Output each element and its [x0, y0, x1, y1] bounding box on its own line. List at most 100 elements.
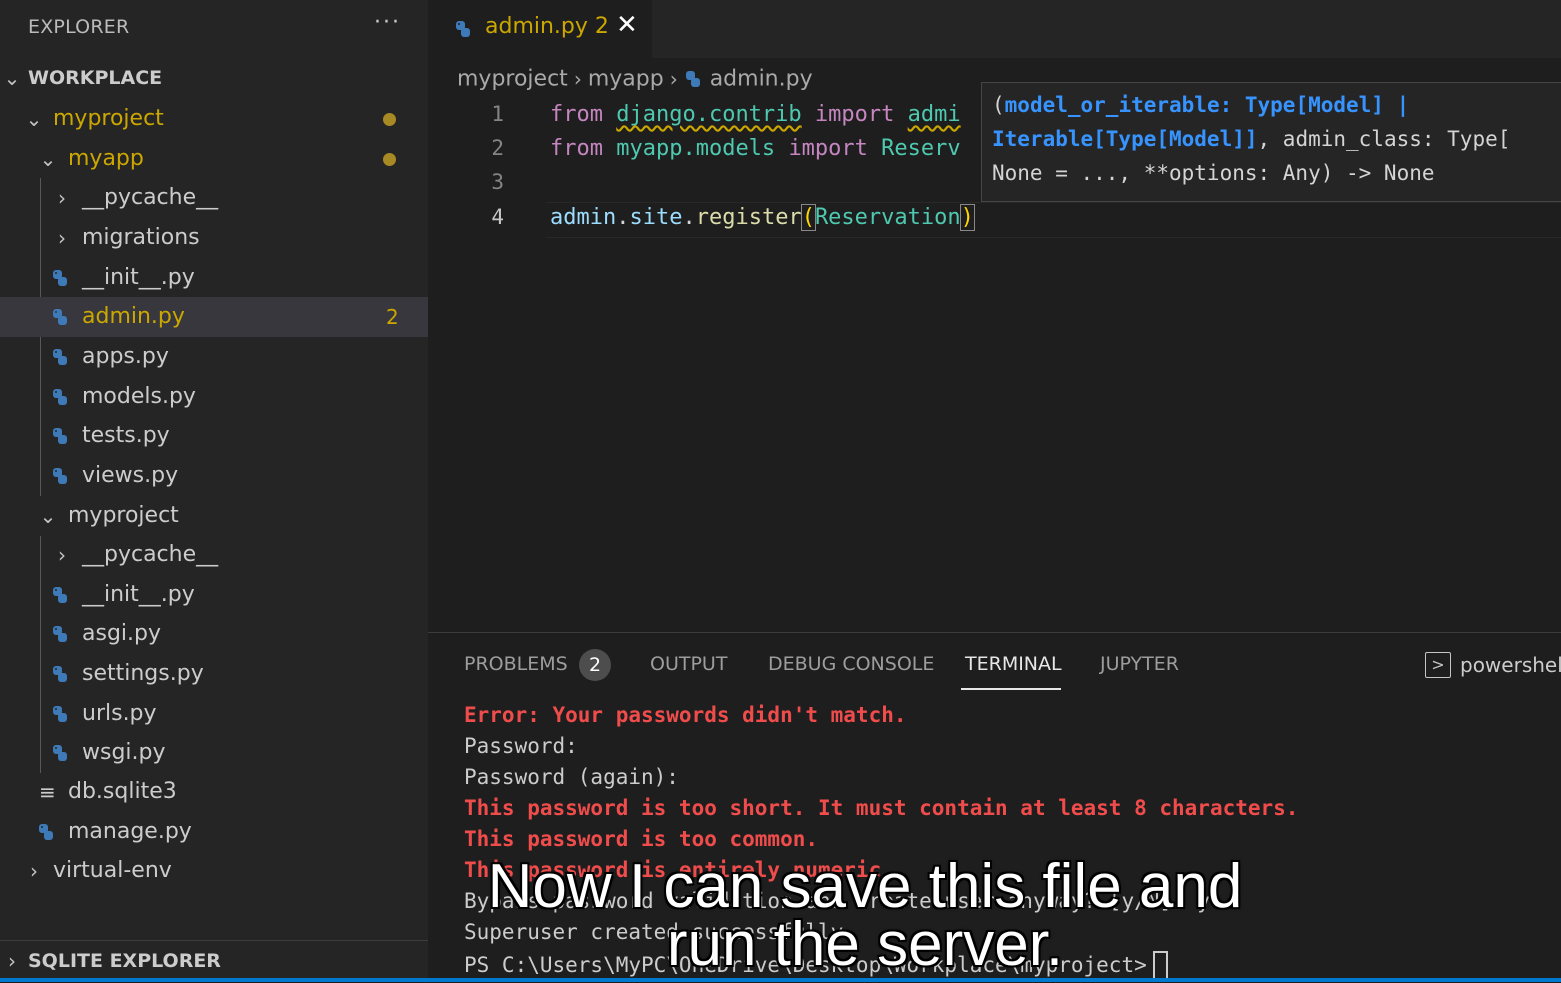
file-admin[interactable]: admin.py 2: [0, 297, 428, 337]
python-file-icon: [53, 468, 67, 484]
module-name: myapp.models: [616, 136, 776, 161]
terminal-icon[interactable]: >: [1425, 652, 1451, 678]
file-models[interactable]: models.py: [0, 377, 428, 417]
file-manage[interactable]: manage.py: [0, 812, 428, 852]
tab-debug-console[interactable]: DEBUG CONSOLE: [768, 653, 934, 675]
file-tests[interactable]: tests.py: [0, 416, 428, 456]
file-label: manage.py: [68, 819, 192, 844]
function-name: register: [695, 205, 802, 230]
file-label: __init__.py: [82, 265, 195, 290]
sqlite-explorer-header[interactable]: › SQLITE EXPLORER: [0, 941, 428, 981]
folder-virtual-env[interactable]: › virtual-env: [0, 851, 428, 891]
keyword: import: [814, 102, 895, 127]
terminal-line: Password (again):: [464, 765, 679, 789]
chevron-right-icon: ›: [669, 67, 678, 91]
keyword: from: [550, 102, 603, 127]
close-icon[interactable]: ✕: [616, 10, 638, 40]
file-asgi[interactable]: asgi.py: [0, 614, 428, 654]
tab-output[interactable]: OUTPUT: [650, 653, 727, 675]
file-apps[interactable]: apps.py: [0, 337, 428, 377]
tab-admin-py[interactable]: admin.py 2 ✕: [428, 0, 652, 58]
terminal-line: Password:: [464, 734, 578, 758]
folder-myproject[interactable]: ⌄ myproject: [0, 99, 428, 139]
python-file-icon: [39, 824, 53, 840]
folder-pycache[interactable]: › __pycache__: [0, 178, 428, 218]
file-label: asgi.py: [82, 621, 161, 646]
breadcrumb-item[interactable]: myproject: [457, 67, 568, 92]
chevron-right-icon: ›: [30, 859, 38, 883]
python-file-icon: [53, 626, 67, 642]
chevron-right-icon: ›: [58, 186, 66, 210]
hover-line: Iterable[Type[Model]], admin_class: Type…: [992, 127, 1511, 151]
file-wsgi[interactable]: wsgi.py: [0, 733, 428, 773]
folder-label: virtual-env: [53, 858, 172, 883]
terminal-line: This password is too short. It must cont…: [464, 796, 1299, 820]
breadcrumb-item[interactable]: admin.py: [710, 67, 813, 92]
tab-label: admin.py 2: [485, 14, 609, 39]
file-init[interactable]: __init__.py: [0, 575, 428, 615]
file-label: apps.py: [82, 344, 169, 369]
folder-label: myproject: [68, 503, 179, 528]
code-line[interactable]: from myapp.models import Reserv: [550, 136, 961, 161]
workspace-header[interactable]: ⌄ WORKPLACE: [0, 58, 428, 98]
signature-hover-tooltip: (model_or_iterable: Type[Model] | Iterab…: [981, 82, 1561, 202]
identifier: admin: [550, 205, 617, 230]
modified-dot-icon: [383, 113, 396, 126]
module-name: django.contrib: [616, 102, 802, 127]
video-caption: Now I can save this file and run the ser…: [380, 852, 1350, 979]
import-name: Reserv: [881, 136, 961, 161]
file-urls[interactable]: urls.py: [0, 694, 428, 734]
tab-jupyter[interactable]: JUPYTER: [1100, 653, 1179, 675]
folder-myproject-inner[interactable]: ⌄ myproject: [0, 496, 428, 536]
chevron-down-icon: ⌄: [39, 504, 57, 528]
explorer-sidebar: EXPLORER ··· ⌄ WORKPLACE ⌄ myproject ⌄ m…: [0, 0, 428, 982]
file-label: urls.py: [82, 701, 157, 726]
terminal-line: Error: Your passwords didn't match.: [464, 703, 907, 727]
python-file-icon: [53, 389, 67, 405]
folder-label: myapp: [68, 146, 144, 171]
workspace-label: WORKPLACE: [28, 67, 163, 89]
keyword: import: [788, 136, 868, 161]
tab-problems[interactable]: PROBLEMS: [464, 653, 568, 675]
bracket: (: [800, 204, 816, 231]
folder-migrations[interactable]: › migrations: [0, 218, 428, 258]
tab-terminal[interactable]: TERMINAL: [965, 653, 1062, 675]
python-file-icon: [456, 21, 470, 37]
line-number: 2: [491, 136, 504, 160]
folder-label: migrations: [82, 225, 200, 250]
import-name: admi: [907, 102, 961, 127]
python-file-icon: [53, 270, 67, 286]
identifier: Reservation: [814, 205, 961, 230]
file-db[interactable]: ≡ db.sqlite3: [0, 772, 428, 812]
chevron-right-icon: ›: [58, 543, 66, 567]
caption-line: Now I can save this file and: [487, 852, 1243, 921]
folder-label: __pycache__: [82, 542, 219, 567]
terminal-shell-label[interactable]: powershell: [1460, 653, 1561, 677]
folder-myapp[interactable]: ⌄ myapp: [0, 139, 428, 179]
file-init[interactable]: __init__.py: [0, 258, 428, 298]
file-label: views.py: [82, 463, 179, 488]
file-views[interactable]: views.py: [0, 456, 428, 496]
hover-line: None = ..., **options: Any) -> None: [992, 161, 1435, 185]
bracket: ): [959, 204, 975, 231]
chevron-down-icon: ⌄: [25, 107, 43, 131]
folder-label: myproject: [53, 106, 164, 131]
breadcrumb: myproject › myapp › admin.py: [457, 66, 813, 92]
folder-pycache[interactable]: › __pycache__: [0, 535, 428, 575]
python-file-icon: [685, 71, 700, 87]
modified-dot-icon: [383, 153, 396, 166]
more-actions-icon[interactable]: ···: [374, 10, 401, 35]
python-file-icon: [53, 706, 67, 722]
chevron-right-icon: ›: [8, 949, 16, 973]
file-label: wsgi.py: [82, 740, 166, 765]
code-line[interactable]: admin.site.register(Reservation): [550, 204, 975, 231]
file-label: settings.py: [82, 661, 204, 686]
chevron-down-icon: ⌄: [39, 147, 57, 171]
sqlite-explorer-label: SQLITE EXPLORER: [28, 950, 221, 972]
breadcrumb-item[interactable]: myapp: [588, 67, 664, 92]
file-settings[interactable]: settings.py: [0, 654, 428, 694]
python-file-icon: [53, 587, 67, 603]
explorer-title: EXPLORER: [28, 16, 130, 38]
caption-line: run the server.: [666, 910, 1064, 979]
code-line[interactable]: from django.contrib import admi: [550, 102, 961, 127]
